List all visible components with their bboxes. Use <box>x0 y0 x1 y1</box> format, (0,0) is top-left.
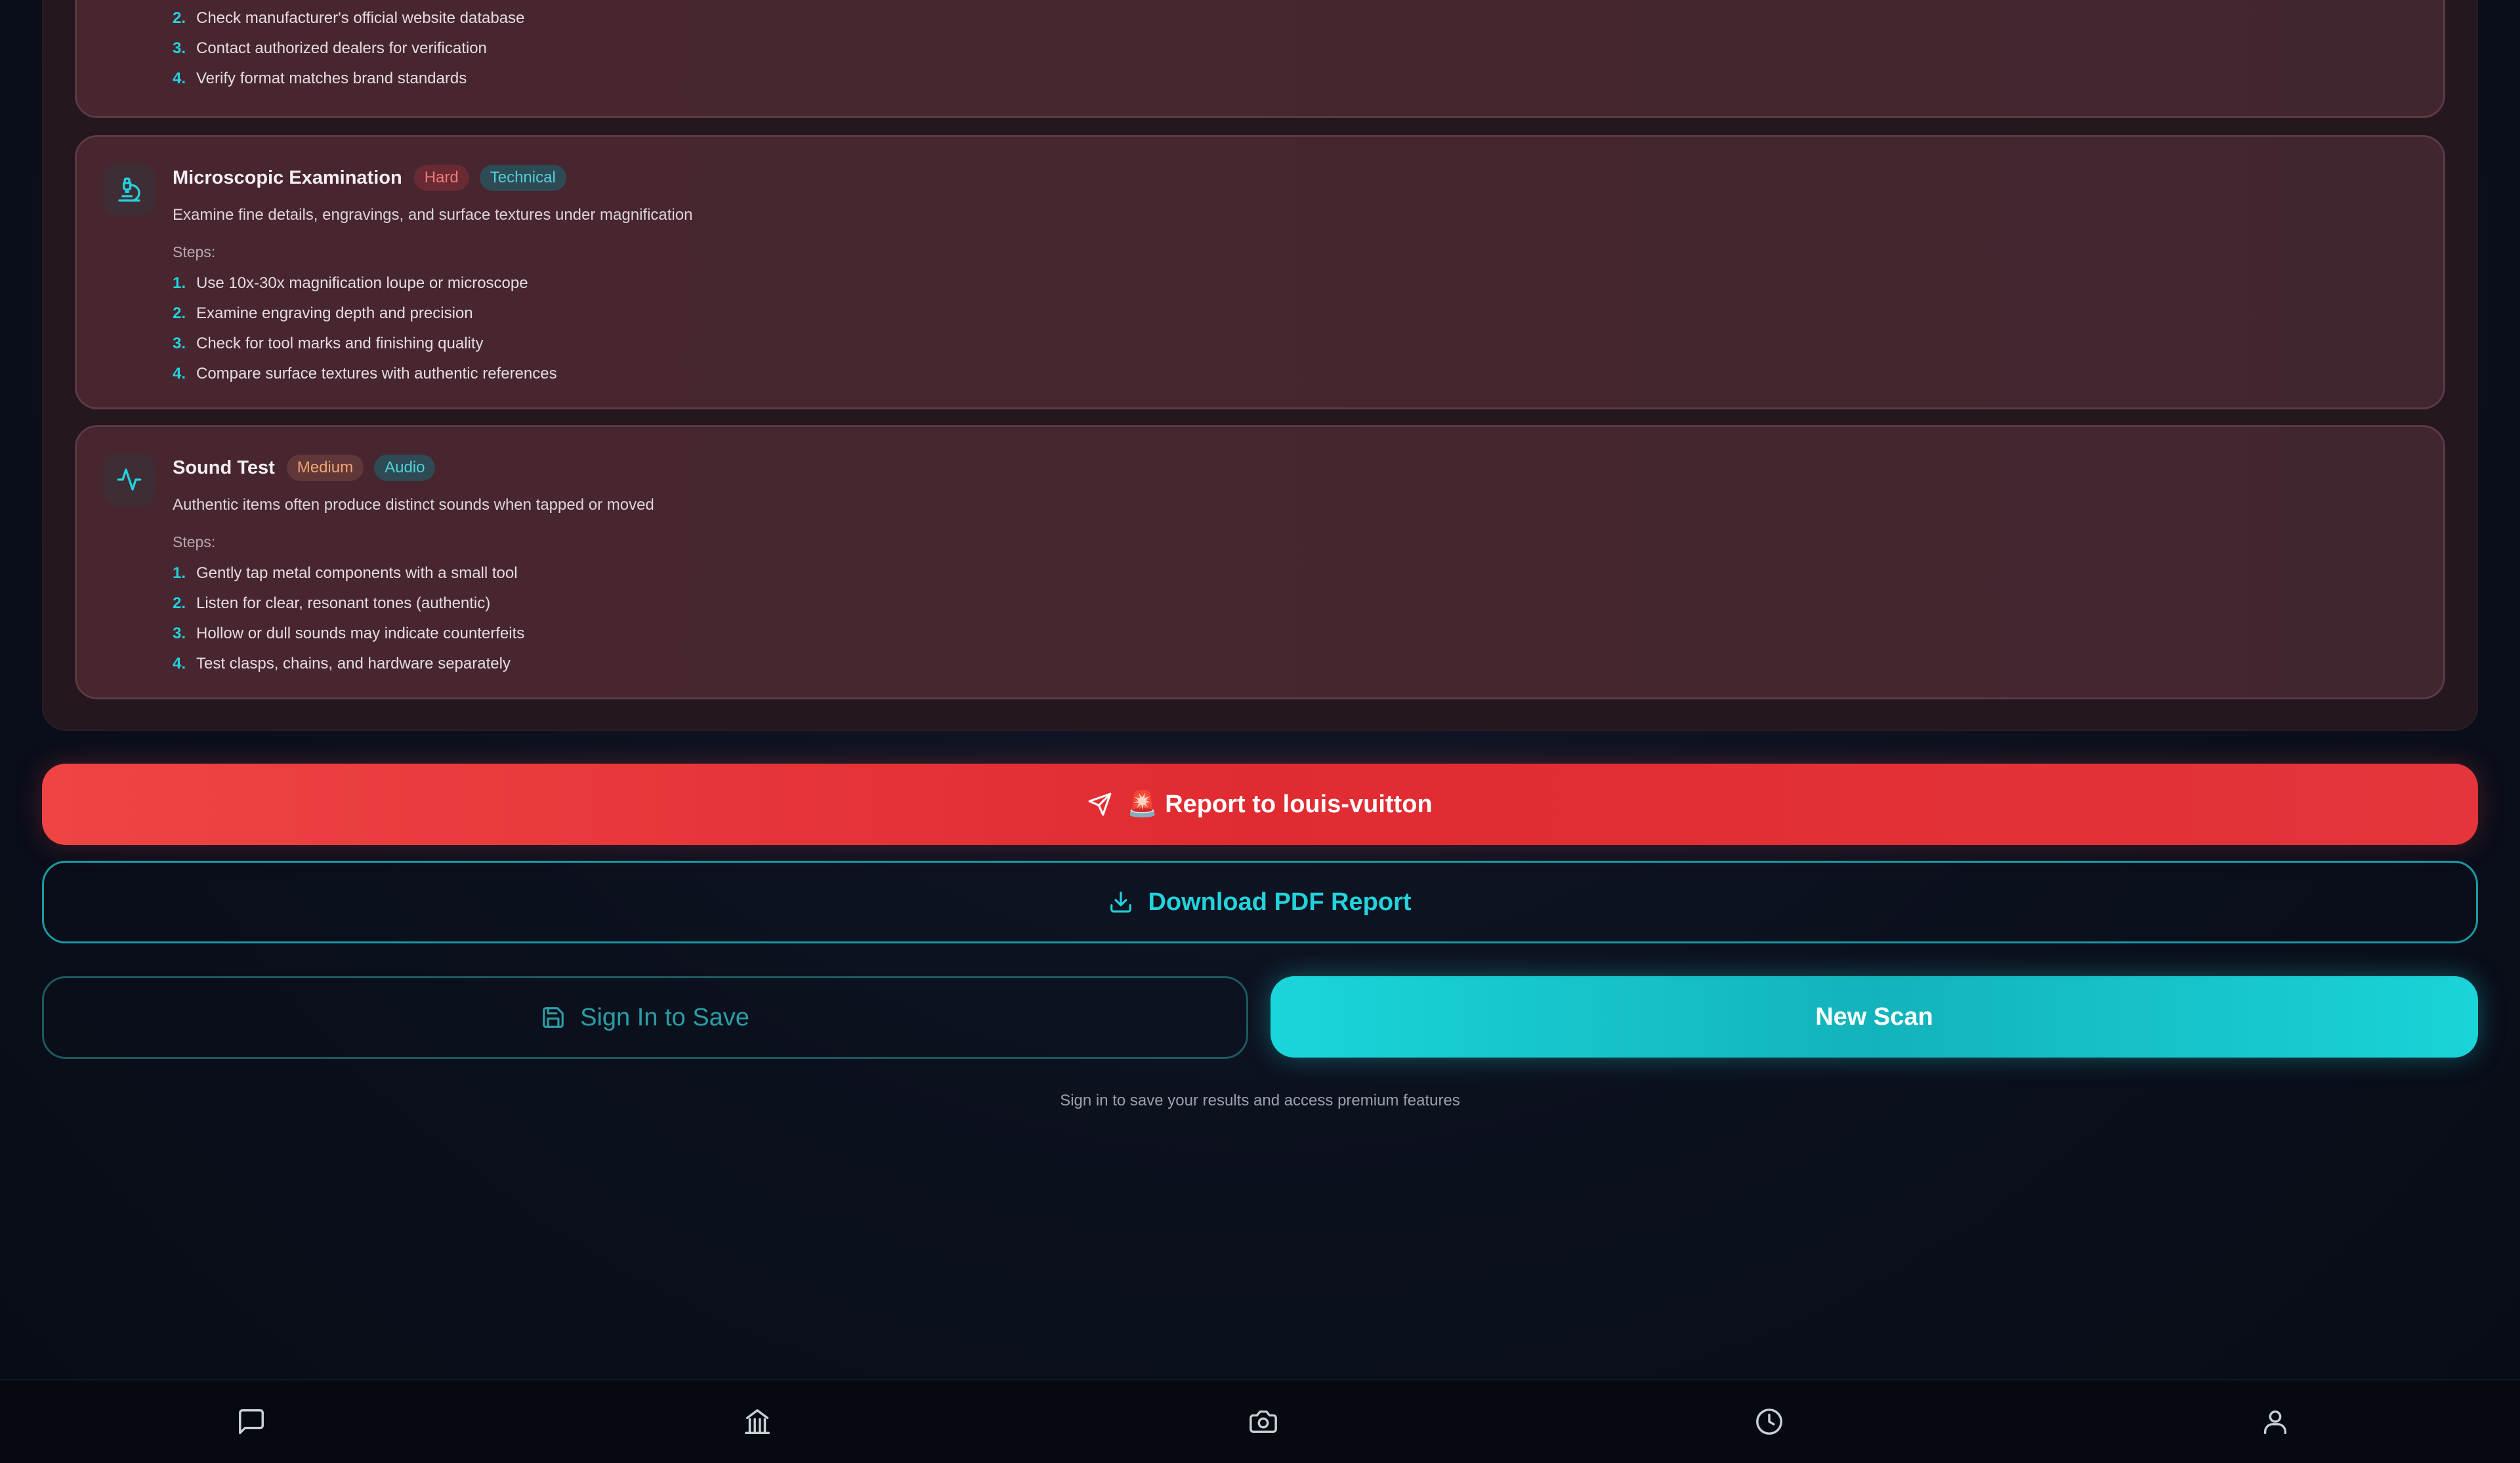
step-text: Check for tool marks and finishing quali… <box>196 335 484 352</box>
step-item: 2. Listen for clear, resonant tones (aut… <box>173 588 2417 619</box>
report-button-label: 🚨 Report to louis-vuitton <box>1127 791 1433 818</box>
method-card: 2. Check manufacturer's official website… <box>75 0 2445 118</box>
step-number: 2. <box>173 9 186 27</box>
download-pdf-button[interactable]: Download PDF Report <box>42 861 2478 943</box>
method-title-row: Sound Test Medium Audio <box>173 452 2417 484</box>
method-title-row: Microscopic Examination Hard Technical <box>173 162 2417 194</box>
step-number: 1. <box>173 274 186 292</box>
step-item: 3. Check for tool marks and finishing qu… <box>173 329 2417 359</box>
step-text: Compare surface textures with authentic … <box>196 365 557 382</box>
step-item: 4. Test clasps, chains, and hardware sep… <box>173 649 2417 679</box>
method-steps: 2. Check manufacturer's official website… <box>173 3 524 94</box>
step-number: 4. <box>173 655 186 672</box>
method-steps: 1. Gently tap metal components with a sm… <box>173 558 2417 679</box>
nav-history[interactable] <box>1740 1392 1799 1451</box>
download-button-label: Download PDF Report <box>1148 888 1412 916</box>
step-text: Hollow or dull sounds may indicate count… <box>196 625 525 642</box>
method-card-microscopic: Microscopic Examination Hard Technical E… <box>75 135 2445 409</box>
history-icon <box>1756 1409 1782 1435</box>
step-text: Listen for clear, resonant tones (authen… <box>196 594 491 612</box>
step-number: 2. <box>173 594 186 612</box>
method-steps: 1. Use 10x-30x magnification loupe or mi… <box>173 268 2417 389</box>
step-text: Use 10x-30x magnification loupe or micro… <box>196 274 528 292</box>
step-text: Contact authorized dealers for verificat… <box>196 39 487 57</box>
step-item: 3. Contact authorized dealers for verifi… <box>173 33 524 64</box>
activity-icon <box>103 453 156 506</box>
sign-in-to-save-button[interactable]: Sign In to Save <box>42 976 1248 1059</box>
chat-icon <box>239 1409 264 1434</box>
step-text: Test clasps, chains, and hardware separa… <box>196 655 511 672</box>
method-card-body: Microscopic Examination Hard Technical E… <box>173 162 2417 389</box>
step-number: 2. <box>173 304 186 322</box>
steps-label: Steps: <box>173 533 216 550</box>
step-item: 4. Compare surface textures with authent… <box>173 359 2417 389</box>
microscope-icon <box>103 163 156 216</box>
method-title: Microscopic Examination <box>173 167 402 188</box>
nav-chat[interactable] <box>222 1392 281 1451</box>
method-card-sound: Sound Test Medium Audio Authentic items … <box>75 425 2445 699</box>
method-title: Sound Test <box>173 457 275 478</box>
step-text: Verify format matches brand standards <box>196 70 467 87</box>
report-brand-button[interactable]: 🚨 Report to louis-vuitton <box>42 764 2478 845</box>
nav-profile[interactable] <box>2246 1392 2305 1451</box>
nav-museum[interactable] <box>728 1392 787 1451</box>
category-badge: Technical <box>479 165 566 191</box>
step-text: Gently tap metal components with a small… <box>196 564 518 582</box>
difficulty-badge: Medium <box>286 455 364 481</box>
step-number: 1. <box>173 564 186 582</box>
save-icon <box>543 1007 564 1028</box>
send-icon <box>1088 793 1112 816</box>
difficulty-badge: Hard <box>413 165 469 191</box>
step-item: 1. Use 10x-30x magnification loupe or mi… <box>173 268 2417 299</box>
step-text: Check manufacturer's official website da… <box>196 9 525 27</box>
nav-camera[interactable] <box>1234 1392 1293 1451</box>
steps-label: Steps: <box>173 243 216 260</box>
download-icon <box>1110 892 1132 913</box>
step-number: 4. <box>173 70 186 87</box>
category-badge: Audio <box>374 455 436 481</box>
step-item: 2. Examine engraving depth and precision <box>173 299 2417 329</box>
bottom-nav <box>0 1379 2520 1463</box>
sign-in-note: Sign in to save your results and access … <box>1060 1092 1460 1109</box>
step-number: 3. <box>173 625 186 642</box>
profile-icon <box>2263 1410 2287 1434</box>
results-page: 2. Check manufacturer's official website… <box>0 0 2520 1463</box>
step-item: 2. Check manufacturer's official website… <box>173 3 524 33</box>
sign-in-button-label: Sign In to Save <box>580 1003 749 1031</box>
step-number: 4. <box>173 365 186 382</box>
step-item: 4. Verify format matches brand standards <box>173 64 524 94</box>
step-number: 3. <box>173 39 186 57</box>
method-description: Authentic items often produce distinct s… <box>173 496 654 514</box>
step-number: 3. <box>173 335 186 352</box>
method-card-body: Sound Test Medium Audio Authentic items … <box>173 452 2417 679</box>
new-scan-button[interactable]: New Scan <box>1270 976 2478 1058</box>
camera-icon <box>1250 1410 1277 1433</box>
museum-icon <box>745 1409 770 1434</box>
step-item: 1. Gently tap metal components with a sm… <box>173 558 2417 588</box>
step-text: Examine engraving depth and precision <box>196 304 473 322</box>
new-scan-button-label: New Scan <box>1815 1002 1933 1031</box>
method-description: Examine fine details, engravings, and su… <box>173 206 693 224</box>
step-item: 3. Hollow or dull sounds may indicate co… <box>173 619 2417 649</box>
